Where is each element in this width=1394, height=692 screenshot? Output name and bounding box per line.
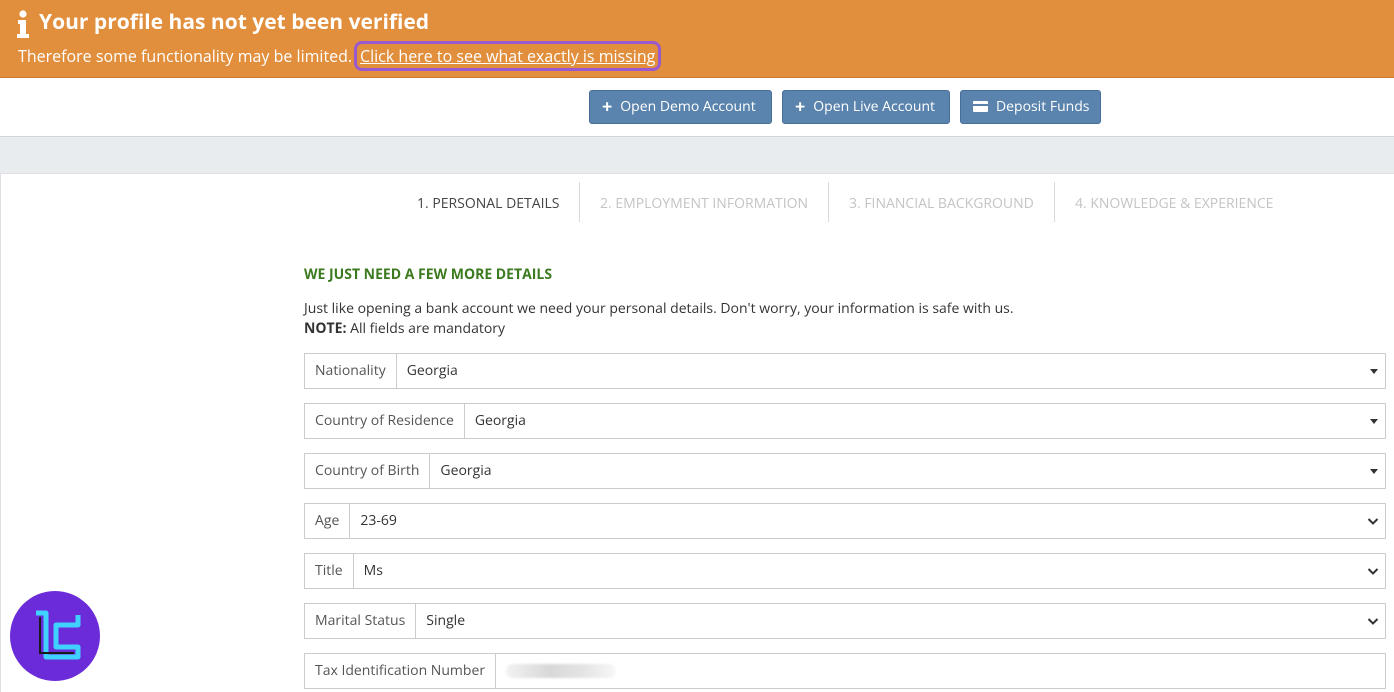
open-demo-account-label: Open Demo Account	[620, 97, 756, 116]
watermark-logo	[10, 591, 100, 681]
title-field: Title Ms	[304, 553, 1386, 589]
plus-icon: +	[795, 95, 806, 119]
open-demo-account-button[interactable]: + Open Demo Account	[589, 90, 772, 124]
step-divider	[1054, 182, 1055, 222]
credit-card-icon	[973, 100, 988, 112]
plus-icon: +	[602, 95, 613, 119]
country-of-residence-select[interactable]: Georgia	[465, 404, 1385, 438]
age-value: 23-69	[360, 511, 397, 530]
marital-status-label: Marital Status	[305, 604, 417, 638]
note-text: All fields are mandatory	[346, 319, 505, 338]
tc-logo-icon	[36, 610, 81, 660]
nationality-value: Georgia	[406, 361, 458, 380]
step-divider	[579, 182, 580, 222]
chevron-down-icon	[1367, 568, 1379, 575]
chevron-down-icon	[1367, 518, 1379, 525]
caret-down-icon	[1370, 369, 1378, 374]
info-icon	[17, 10, 29, 38]
country-of-residence-value: Georgia	[474, 411, 526, 430]
country-of-residence-field: Country of Residence Georgia	[304, 403, 1386, 439]
caret-down-icon	[1370, 419, 1378, 424]
note-label: NOTE:	[304, 319, 347, 338]
page-divider-bar	[0, 137, 1394, 173]
redacted-value	[506, 664, 617, 678]
country-of-birth-select[interactable]: Georgia	[430, 454, 1385, 488]
banner-subtitle: Therefore some functionality may be limi…	[18, 45, 353, 67]
open-live-account-button[interactable]: + Open Live Account	[782, 90, 950, 124]
age-label: Age	[305, 504, 351, 538]
title-value: Ms	[363, 561, 383, 580]
nationality-label: Nationality	[305, 354, 397, 388]
step-knowledge-experience[interactable]: 4. KNOWLEDGE & EXPERIENCE	[1075, 194, 1273, 213]
age-field: Age 23-69	[304, 503, 1386, 539]
step-divider	[828, 182, 829, 222]
deposit-funds-label: Deposit Funds	[996, 97, 1090, 116]
country-of-birth-field: Country of Birth Georgia	[304, 453, 1386, 489]
missing-details-link[interactable]: Click here to see what exactly is missin…	[354, 41, 662, 71]
marital-status-select[interactable]: Single	[416, 604, 1385, 638]
title-select[interactable]: Ms	[354, 554, 1385, 588]
open-live-account-label: Open Live Account	[813, 97, 936, 116]
action-toolbar: + Open Demo Account + Open Live Account De…	[0, 78, 1394, 137]
intro-text: Just like opening a bank account we need…	[304, 299, 1014, 318]
marital-status-value: Single	[426, 611, 466, 630]
country-of-birth-value: Georgia	[440, 461, 492, 480]
country-of-residence-label: Country of Residence	[305, 404, 465, 438]
section-heading: WE JUST NEED A FEW MORE DETAILS	[304, 265, 553, 284]
marital-status-field: Marital Status Single	[304, 603, 1386, 639]
tax-id-label: Tax Identification Number	[305, 654, 497, 688]
nationality-field: Nationality Georgia	[304, 353, 1386, 389]
age-select[interactable]: 23-69	[350, 504, 1385, 538]
chevron-down-icon	[1367, 618, 1379, 625]
tax-id-input[interactable]	[496, 654, 1385, 688]
country-of-birth-label: Country of Birth	[305, 454, 431, 488]
tax-id-field: Tax Identification Number	[304, 653, 1386, 689]
nationality-select[interactable]: Georgia	[397, 354, 1385, 388]
mandatory-note: NOTE: All fields are mandatory	[304, 319, 505, 338]
caret-down-icon	[1370, 469, 1378, 474]
step-financial-background[interactable]: 3. FINANCIAL BACKGROUND	[849, 194, 1034, 213]
verification-banner: Your profile has not yet been verified T…	[0, 0, 1394, 78]
deposit-funds-button[interactable]: Deposit Funds	[960, 90, 1101, 124]
banner-title: Your profile has not yet been verified	[39, 8, 430, 36]
title-label: Title	[305, 554, 354, 588]
step-personal-details[interactable]: 1. PERSONAL DETAILS	[417, 194, 559, 213]
step-employment-information[interactable]: 2. EMPLOYMENT INFORMATION	[600, 194, 808, 213]
